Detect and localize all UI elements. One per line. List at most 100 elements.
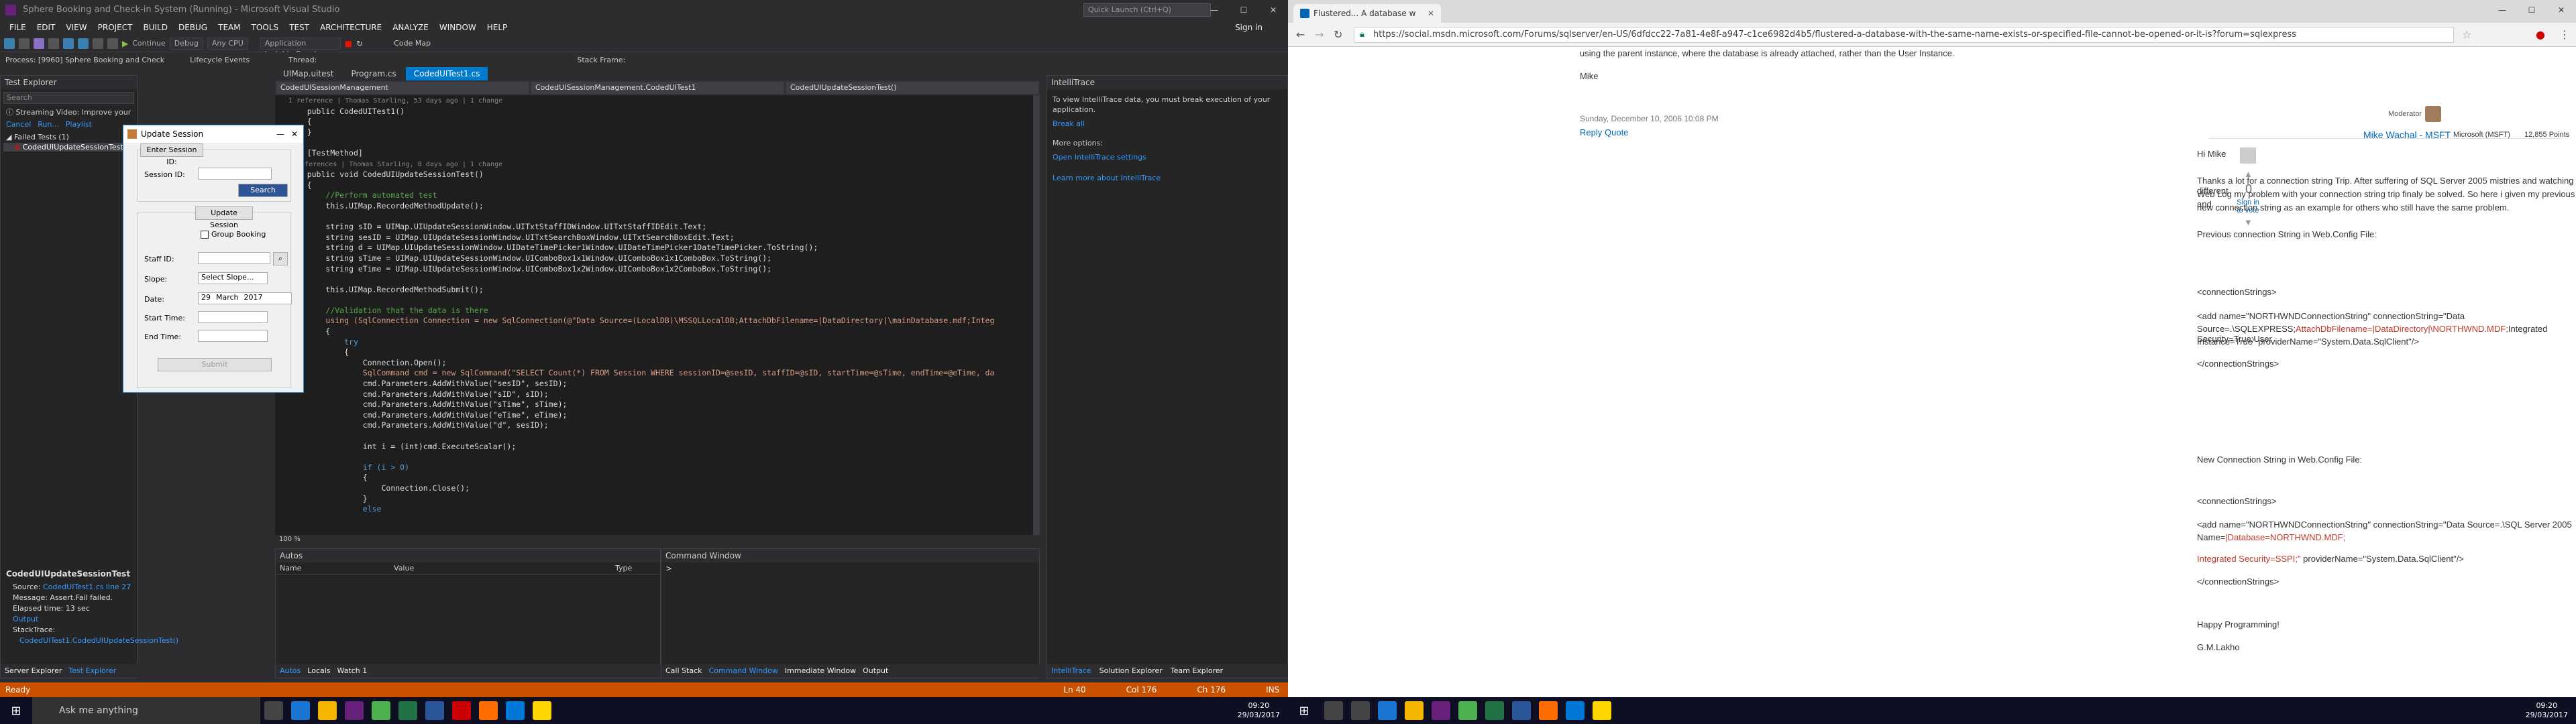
menu-edit[interactable]: EDIT	[32, 23, 61, 32]
stop-icon[interactable]: ■	[345, 39, 352, 48]
mail-icon[interactable]	[506, 701, 525, 720]
tab-call-stack[interactable]: Call Stack	[665, 664, 702, 678]
tab-watch[interactable]: Watch 1	[337, 664, 368, 678]
nav-class-dropdown[interactable]: CodedUISessionManagement.CodedUITest1	[531, 82, 784, 94]
streaming-video-banner[interactable]: ⓘ Streaming Video: Improve your	[3, 107, 134, 117]
start-time-select[interactable]	[198, 311, 268, 323]
menu-architecture[interactable]: ARCHITECTURE	[315, 23, 387, 32]
editor-scrollbar[interactable]	[1033, 95, 1040, 535]
zoom-level[interactable]: 100 %	[276, 535, 317, 544]
tab-intellitrace[interactable]: IntelliTrace	[1051, 664, 1091, 678]
edge-icon[interactable]	[1378, 701, 1397, 720]
firefox-icon[interactable]	[1539, 701, 1558, 720]
visual-studio-icon[interactable]	[345, 701, 364, 720]
failed-tests-group[interactable]: ◢ Failed Tests (1)	[3, 133, 134, 141]
menu-help[interactable]: HELP	[482, 23, 513, 32]
tab-server-explorer[interactable]: Server Explorer	[5, 664, 62, 678]
redo-icon[interactable]	[107, 38, 118, 49]
continue-button[interactable]: Continue	[132, 39, 165, 48]
cortana-search[interactable]: Ask me anything	[32, 697, 260, 724]
undo-icon[interactable]	[93, 38, 103, 49]
quick-launch-input[interactable]: Quick Launch (Ctrl+Q)	[1083, 3, 1211, 17]
reload-icon[interactable]: ↻	[1334, 28, 1342, 41]
excel-icon[interactable]	[398, 701, 417, 720]
quote-link[interactable]: Quote	[1605, 127, 1628, 137]
minimize-icon[interactable]: —	[1199, 0, 1229, 20]
run-tests-link[interactable]: Run...	[38, 120, 59, 129]
continue-icon[interactable]: ▶	[122, 39, 128, 48]
nav-project-dropdown[interactable]: CodedUISessionManagement	[276, 82, 529, 94]
firefox-icon[interactable]	[479, 701, 498, 720]
maximize-icon[interactable]: ☐	[1229, 0, 1258, 20]
dialog-close-icon[interactable]: ✕	[291, 125, 298, 143]
tab-codeduitest1[interactable]: CodedUITest1.cs	[405, 67, 488, 80]
tab-close-icon[interactable]: ✕	[1428, 4, 1434, 23]
slope-select[interactable]: Select Slope...	[198, 272, 268, 284]
insights-dropdown[interactable]: Application Insights Events	[260, 37, 341, 58]
menu-view[interactable]: VIEW	[60, 23, 92, 32]
expand-icon[interactable]: ◢	[6, 133, 14, 141]
menu-file[interactable]: FILE	[4, 23, 32, 32]
vote-down-icon[interactable]: ▼	[2244, 217, 2253, 227]
tab-program[interactable]: Program.cs	[343, 67, 404, 80]
stack-link[interactable]: CodedUITest1.CodedUIUpdateSessionTest()	[6, 636, 178, 646]
task-view-icon[interactable]	[264, 701, 283, 720]
config-dropdown[interactable]: Debug	[169, 37, 203, 50]
tab-test-explorer[interactable]: Test Explorer	[68, 664, 116, 678]
lifecycle-label[interactable]: Lifecycle Events	[190, 56, 250, 64]
chrome-icon[interactable]	[1458, 701, 1477, 720]
sign-in-link[interactable]: Sign in	[1230, 23, 1268, 32]
restart-icon[interactable]: ↻	[356, 39, 363, 48]
address-bar[interactable]: 🔒︎ https://social.msdn.microsoft.com/For…	[1354, 27, 2454, 43]
search-button[interactable]: Search	[238, 184, 288, 197]
avatar[interactable]	[2425, 106, 2441, 122]
staff-id-input[interactable]	[198, 252, 270, 264]
menu-debug[interactable]: DEBUG	[173, 23, 213, 32]
tab-immediate[interactable]: Immediate Window	[785, 664, 856, 678]
close-icon[interactable]: ✕	[1258, 0, 1288, 20]
open-icon[interactable]	[48, 38, 59, 49]
excel-icon[interactable]	[1485, 701, 1504, 720]
sticky-icon[interactable]	[533, 701, 551, 720]
forward-icon[interactable]	[19, 38, 30, 49]
menu-build[interactable]: BUILD	[138, 23, 172, 32]
clock-right[interactable]: 09:20 29/03/2017	[2526, 701, 2568, 720]
back-arrow-icon[interactable]: ←	[1296, 28, 1305, 41]
save-icon[interactable]	[63, 38, 74, 49]
code-map-button[interactable]: Code Map	[394, 39, 431, 48]
extension-icon[interactable]: ●	[2536, 28, 2545, 41]
forward-arrow-icon[interactable]: →	[1315, 28, 1324, 41]
submit-button[interactable]: Submit	[158, 358, 272, 371]
tab-locals[interactable]: Locals	[307, 664, 330, 678]
break-all-link[interactable]: Break all	[1053, 119, 1282, 129]
dialog-minimize-icon[interactable]: —	[276, 125, 284, 143]
search-icon[interactable]	[1324, 701, 1343, 720]
codelens[interactable]: 0 references | Thomas Starling, 8 days a…	[288, 161, 502, 168]
clock-left[interactable]: 09:20 29/03/2017	[1238, 701, 1280, 720]
search-icon[interactable]: ⌕	[273, 252, 288, 265]
tab-solution-explorer[interactable]: Solution Explorer	[1099, 664, 1163, 678]
nav-member-dropdown[interactable]: CodedUIUpdateSessionTest()	[786, 82, 1038, 94]
code-text[interactable]: 1 reference | Thomas Starling, 53 days a…	[288, 95, 1033, 531]
command-prompt[interactable]: >	[661, 562, 1039, 575]
explorer-icon[interactable]	[318, 701, 337, 720]
process-label[interactable]: Process: [9960] Sphere Booking and Check	[5, 56, 164, 64]
task-view-icon[interactable]	[1351, 701, 1370, 720]
group-booking-checkbox[interactable]	[201, 231, 209, 239]
edge-icon[interactable]	[291, 701, 310, 720]
output-link[interactable]: Output	[6, 614, 133, 625]
start-icon[interactable]: ⊞	[0, 704, 32, 718]
source-link[interactable]: CodedUITest1.cs line 27	[43, 583, 131, 591]
playlist-link[interactable]: Playlist	[66, 120, 92, 129]
sticky-icon[interactable]	[1593, 701, 1611, 720]
thread-label[interactable]: Thread:	[288, 56, 317, 64]
menu-analyze[interactable]: ANALYZE	[387, 23, 434, 32]
explorer-icon[interactable]	[1405, 701, 1424, 720]
menu-tools[interactable]: TOOLS	[246, 23, 284, 32]
tab-team-explorer[interactable]: Team Explorer	[1171, 664, 1223, 678]
menu-window[interactable]: WINDOW	[434, 23, 482, 32]
date-picker[interactable]: 29 March 2017	[198, 292, 292, 304]
menu-test[interactable]: TEST	[284, 23, 315, 32]
learn-more-link[interactable]: Learn more about IntelliTrace	[1053, 173, 1282, 183]
back-icon[interactable]	[4, 38, 15, 49]
